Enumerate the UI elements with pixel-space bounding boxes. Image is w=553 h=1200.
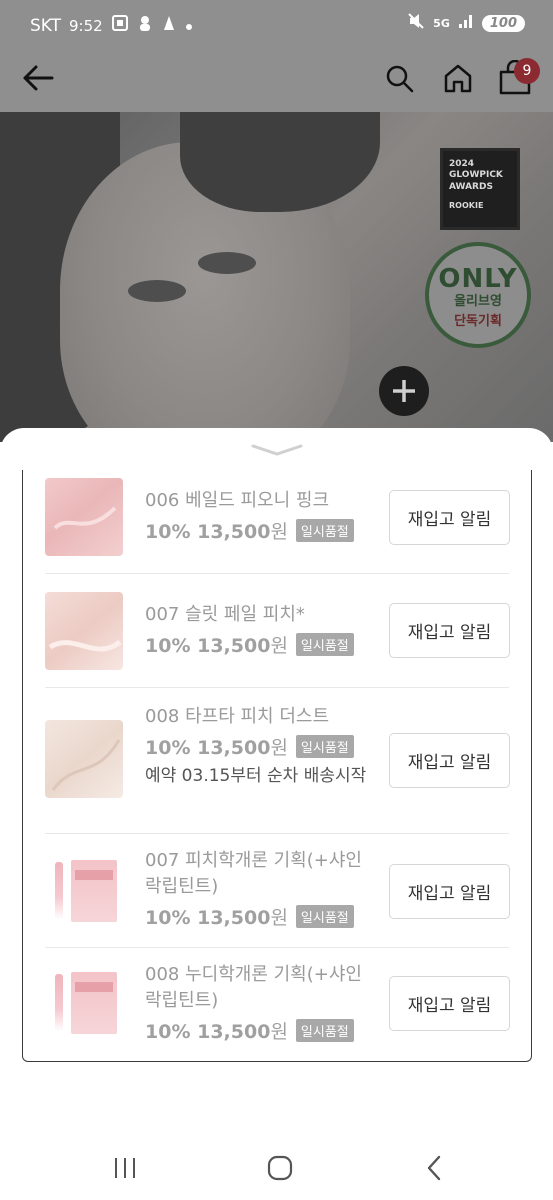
back-nav-icon[interactable] xyxy=(424,1154,444,1186)
product-thumbnail xyxy=(45,964,123,1042)
price-value: 13,500 xyxy=(197,1021,271,1043)
product-name: 007 슬릿 페일 피치* xyxy=(145,604,305,625)
price-value: 13,500 xyxy=(197,737,271,759)
list-item[interactable]: 007 슬릿 페일 피치* 10% 13,500원 일시품절 재입고 알림 xyxy=(45,574,510,688)
lip-tint-tube xyxy=(55,974,63,1032)
currency: 원 xyxy=(270,1021,288,1043)
currency: 원 xyxy=(270,635,288,657)
currency: 원 xyxy=(270,737,288,759)
option-bottom-sheet: 006 베일드 피오니 핑크 10% 13,500원 일시품절 재입고 알림 0… xyxy=(0,428,553,1200)
carrier-label: SKT xyxy=(30,15,62,36)
product-info: 007 피치학개론 기획(+샤인 락립틴트) 10% 13,500원 일시품절 xyxy=(145,848,377,930)
only-sub1: 올리브영 xyxy=(454,294,502,309)
option-list[interactable]: 006 베일드 피오니 핑크 10% 13,500원 일시품절 재입고 알림 0… xyxy=(22,470,532,1062)
product-info: 008 누디학개론 기획(+샤인 락립틴트) 10% 13,500원 일시품절 xyxy=(145,962,377,1044)
restock-alert-button[interactable]: 재입고 알림 xyxy=(389,490,510,545)
discount-rate: 10% xyxy=(145,907,191,929)
award-line1: GLOWPICK xyxy=(449,170,503,181)
discount-rate: 10% xyxy=(145,737,191,759)
lip-tint-tube xyxy=(55,862,63,920)
product-name: 008 누디학개론 기획(+샤인 락립틴트) xyxy=(145,964,362,1011)
product-name: 006 베일드 피오니 핑크 xyxy=(145,490,330,511)
product-price: 10% 13,500원 xyxy=(145,733,288,760)
soldout-badge: 일시품절 xyxy=(295,905,354,928)
list-item[interactable]: 008 누디학개론 기획(+샤인 락립틴트) 10% 13,500원 일시품절 … xyxy=(45,948,510,1060)
only-label: ONLY xyxy=(438,264,518,294)
price-value: 13,500 xyxy=(197,907,271,929)
price-value: 13,500 xyxy=(197,521,271,543)
product-hero-image: 2024 GLOWPICK AWARDS ROOKIE ONLY 올리브영 단독… xyxy=(0,112,553,442)
network-label: 5G xyxy=(433,17,450,30)
status-bar: SKT 9:52 5G 100 xyxy=(0,0,553,44)
discount-rate: 10% xyxy=(145,1021,191,1043)
currency: 원 xyxy=(270,907,288,929)
product-price: 10% 13,500원 xyxy=(145,517,288,544)
hero-eye-left xyxy=(128,280,186,302)
product-name: 007 피치학개론 기획(+샤인 락립틴트) xyxy=(145,850,362,897)
chevron-down-icon[interactable] xyxy=(250,442,304,458)
soldout-badge: 일시품절 xyxy=(295,633,354,656)
currency: 원 xyxy=(270,521,288,543)
app-notification-icon-2 xyxy=(161,14,177,37)
soldout-badge: 일시품절 xyxy=(295,519,354,542)
price-value: 13,500 xyxy=(197,635,271,657)
mute-icon xyxy=(407,12,425,35)
product-price: 10% 13,500원 xyxy=(145,631,288,658)
app-header: 9 xyxy=(0,44,553,112)
package-label xyxy=(75,870,113,880)
screenshot-icon xyxy=(111,14,129,37)
product-price: 10% 13,500원 xyxy=(145,1017,288,1044)
package-label xyxy=(75,982,113,992)
product-name: 008 타프타 피치 더스트 xyxy=(145,706,330,727)
restock-alert-button[interactable]: 재입고 알림 xyxy=(389,603,510,658)
restock-alert-button[interactable]: 재입고 알림 xyxy=(389,976,510,1031)
search-icon[interactable] xyxy=(385,64,415,98)
home-nav-icon[interactable] xyxy=(267,1155,293,1185)
exclusive-badge: ONLY 올리브영 단독기획 xyxy=(425,242,531,348)
soldout-badge: 일시품절 xyxy=(295,1019,354,1042)
restock-alert-button[interactable]: 재입고 알림 xyxy=(389,733,510,788)
product-thumbnail xyxy=(45,852,123,930)
product-thumbnail xyxy=(45,720,123,798)
only-sub2: 단독기획 xyxy=(454,314,502,330)
product-info: 007 슬릿 페일 피치* 10% 13,500원 일시품절 xyxy=(145,602,377,658)
product-thumbnail xyxy=(45,592,123,670)
discount-rate: 10% xyxy=(145,521,191,543)
product-price: 10% 13,500원 xyxy=(145,903,288,930)
list-item[interactable]: 007 피치학개론 기획(+샤인 락립틴트) 10% 13,500원 일시품절 … xyxy=(45,834,510,948)
soldout-badge: 일시품절 xyxy=(295,735,354,758)
hero-hair-top xyxy=(180,112,380,212)
product-info: 006 베일드 피오니 핑크 10% 13,500원 일시품절 xyxy=(145,488,377,544)
discount-rate: 10% xyxy=(145,635,191,657)
back-arrow-icon[interactable] xyxy=(22,64,54,96)
signal-icon xyxy=(458,13,474,34)
product-thumbnail xyxy=(45,478,123,556)
cart-count-badge: 9 xyxy=(514,58,540,84)
clock: 9:52 xyxy=(69,16,103,35)
add-button[interactable] xyxy=(379,366,429,416)
app-notification-icon xyxy=(137,14,153,37)
recent-apps-icon[interactable] xyxy=(113,1156,137,1184)
list-item[interactable]: 008 타프타 피치 더스트 10% 13,500원 일시품절 예약 03.15… xyxy=(45,688,510,834)
more-dot-icon xyxy=(185,16,193,36)
award-line2: AWARDS xyxy=(449,181,493,192)
award-year: 2024 xyxy=(449,159,475,169)
system-nav-bar xyxy=(0,1130,553,1200)
award-badge: 2024 GLOWPICK AWARDS ROOKIE xyxy=(440,148,520,230)
list-item[interactable]: 006 베일드 피오니 핑크 10% 13,500원 일시품절 재입고 알림 xyxy=(45,470,510,574)
battery-indicator: 100 xyxy=(481,15,525,32)
hero-eye-right xyxy=(198,252,256,274)
plus-icon xyxy=(393,380,415,402)
home-icon[interactable] xyxy=(442,62,474,98)
product-info: 008 타프타 피치 더스트 10% 13,500원 일시품절 예약 03.15… xyxy=(145,704,377,788)
restock-alert-button[interactable]: 재입고 알림 xyxy=(389,864,510,919)
award-rookie: ROOKIE xyxy=(449,200,484,210)
preorder-note: 예약 03.15부터 순차 배송시작 xyxy=(145,766,367,786)
